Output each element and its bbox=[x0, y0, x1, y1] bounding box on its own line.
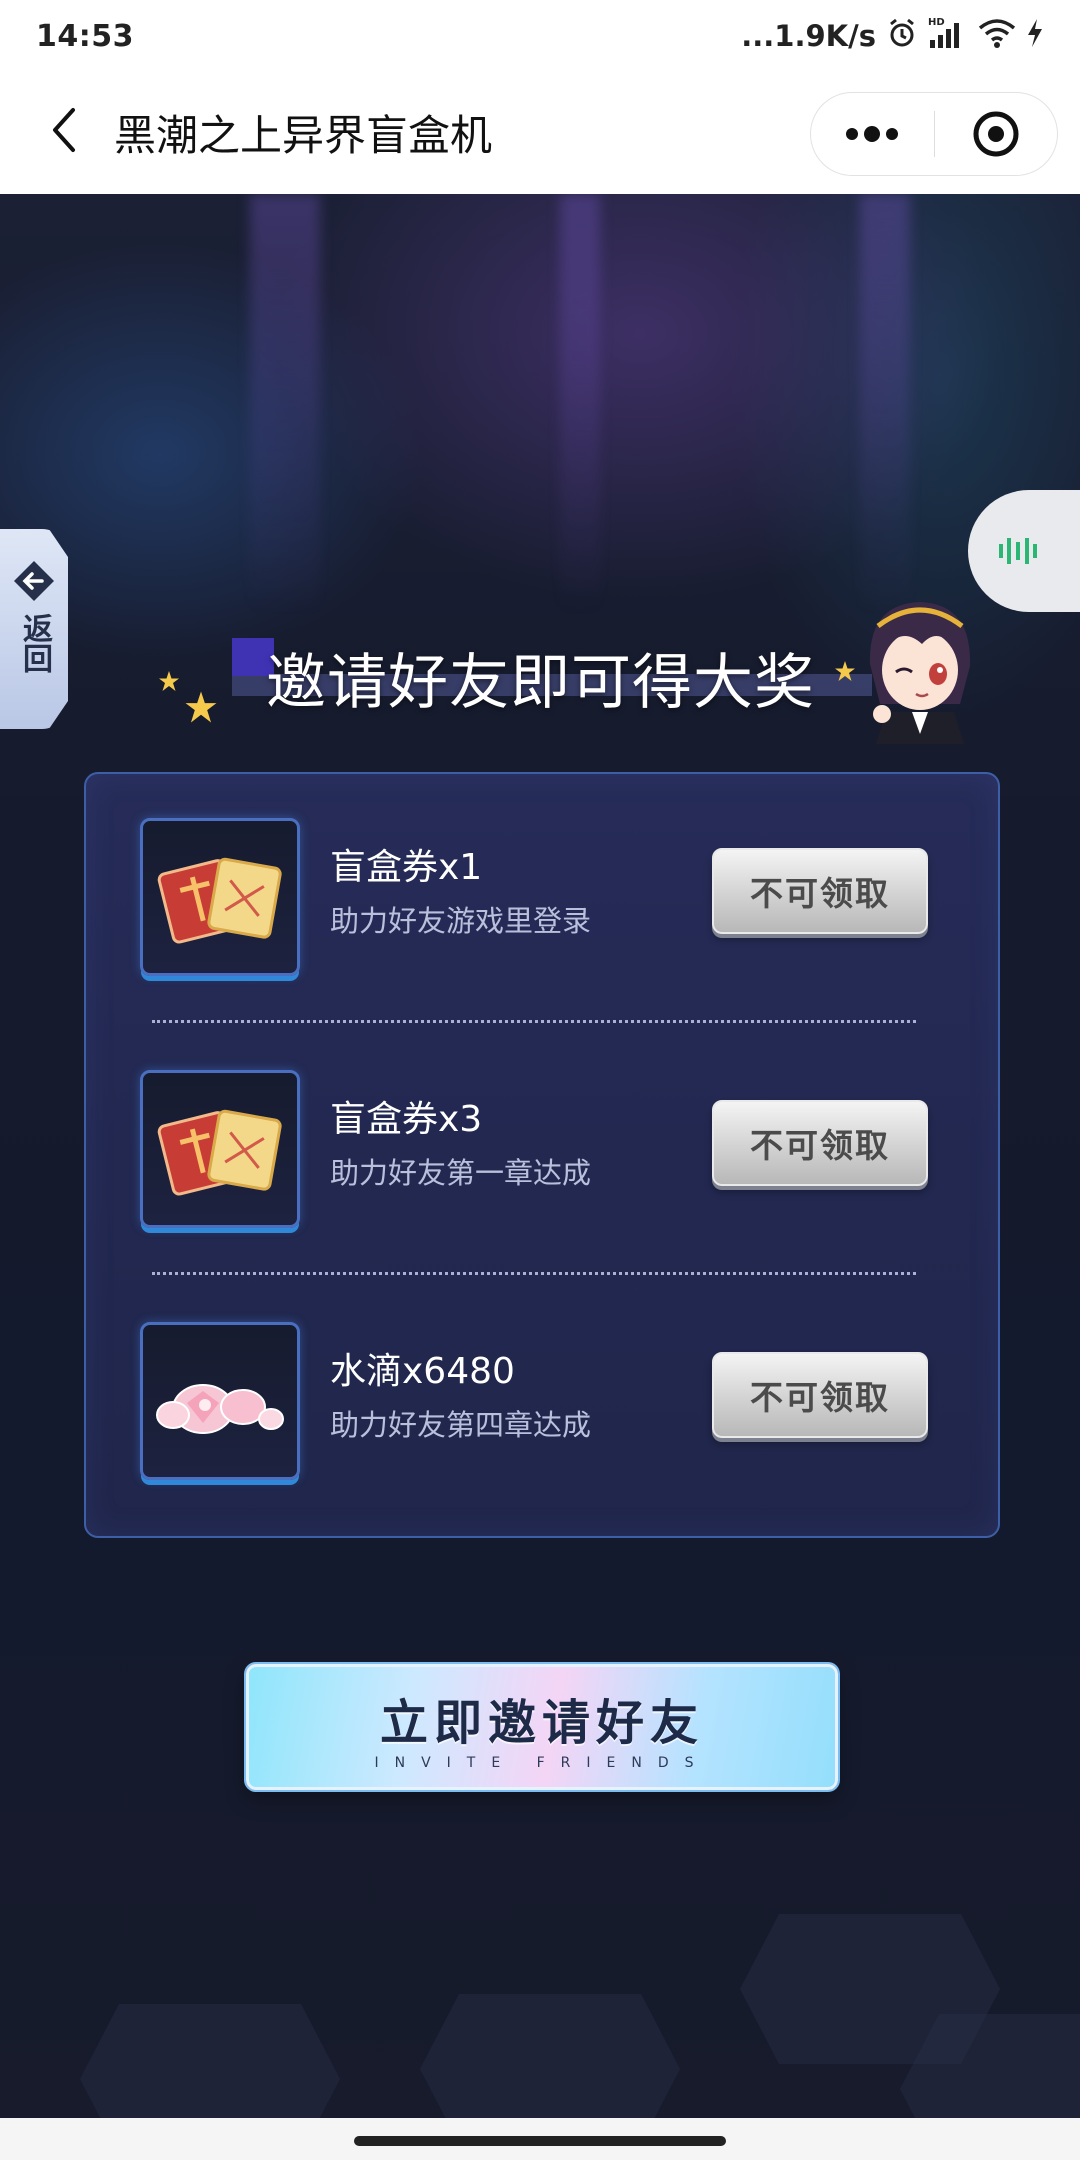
charging-icon bbox=[1026, 17, 1044, 56]
navigation-bar: 黑潮之上异界盲盒机 bbox=[0, 72, 1080, 194]
star-icon bbox=[835, 661, 855, 681]
signal-icon: HD bbox=[928, 16, 968, 57]
invite-friends-button[interactable]: 立即邀请好友 INVITE FRIENDS bbox=[246, 1664, 838, 1790]
reward-description: 助力好友游戏里登录 bbox=[330, 904, 592, 938]
more-dots-icon bbox=[846, 126, 899, 142]
claim-button-disabled[interactable]: 不可领取 bbox=[712, 1352, 928, 1438]
side-back-label: 返回 bbox=[17, 613, 52, 673]
reward-description: 助力好友第一章达成 bbox=[330, 1156, 592, 1190]
game-stage: 返回 邀请好友即可得大奖 盲盒券x1 助力好友游戏里登录 不可领取 盲盒券x3 … bbox=[0, 194, 1080, 2118]
reward-title: 盲盒券x1 bbox=[330, 847, 483, 888]
reward-divider bbox=[152, 1020, 916, 1023]
headline-text: 邀请好友即可得大奖 bbox=[266, 648, 815, 718]
miniprogram-capsule bbox=[810, 92, 1058, 176]
ticket-icon bbox=[157, 857, 282, 944]
alarm-icon bbox=[886, 17, 918, 56]
bg-hexagon bbox=[420, 1994, 680, 2118]
status-icons: ...1.9K/s HD bbox=[741, 16, 1044, 57]
audio-toggle-button[interactable] bbox=[968, 490, 1080, 612]
chevron-left-icon bbox=[53, 108, 75, 152]
reward-item-box bbox=[140, 818, 300, 976]
invite-button-sublabel: INVITE FRIENDS bbox=[374, 1755, 710, 1771]
headline-banner: 邀请好友即可得大奖 bbox=[150, 614, 980, 734]
star-icon bbox=[185, 691, 217, 723]
reward-description: 助力好友第四章达成 bbox=[330, 1408, 592, 1442]
bg-curtain-streak bbox=[860, 194, 910, 614]
bg-curtain-streak bbox=[560, 194, 600, 614]
invite-button-label: 立即邀请好友 bbox=[379, 1695, 704, 1751]
status-time: 14:53 bbox=[36, 18, 134, 54]
target-close-icon bbox=[973, 111, 1019, 157]
reward-divider bbox=[152, 1272, 916, 1275]
reward-title: 水滴x6480 bbox=[330, 1351, 515, 1392]
more-button[interactable] bbox=[811, 126, 934, 142]
side-back-tab[interactable]: 返回 bbox=[0, 529, 68, 729]
wifi-icon bbox=[978, 17, 1016, 56]
claim-button-disabled[interactable]: 不可领取 bbox=[712, 1100, 928, 1186]
reward-row: 水滴x6480 助力好友第四章达成 不可领取 bbox=[86, 1322, 998, 1492]
network-speed: ...1.9K/s bbox=[741, 19, 876, 53]
page-title: 黑潮之上异界盲盒机 bbox=[114, 111, 493, 160]
reward-item-box bbox=[140, 1070, 300, 1228]
reward-item-box bbox=[140, 1322, 300, 1480]
reward-row: 盲盒券x1 助力好友游戏里登录 不可领取 bbox=[86, 818, 998, 988]
hd-label: HD bbox=[928, 17, 945, 28]
status-bar: 14:53 ...1.9K/s HD bbox=[0, 0, 1080, 72]
chibi-mascot-image bbox=[869, 602, 971, 744]
sound-wave-icon bbox=[999, 538, 1037, 564]
reward-list-card: 盲盒券x1 助力好友游戏里登录 不可领取 盲盒券x3 助力好友第一章达成 不可领… bbox=[84, 772, 1000, 1538]
arrow-left-icon bbox=[14, 561, 54, 601]
back-button[interactable] bbox=[34, 100, 94, 160]
bg-hexagon bbox=[80, 2004, 340, 2118]
reward-row: 盲盒券x3 助力好友第一章达成 不可领取 bbox=[86, 1070, 998, 1240]
ticket-icon bbox=[157, 1109, 282, 1196]
close-miniprogram-button[interactable] bbox=[935, 110, 1058, 158]
star-icon bbox=[159, 671, 179, 691]
claim-button-disabled[interactable]: 不可领取 bbox=[712, 848, 928, 934]
reward-title: 盲盒券x3 bbox=[330, 1099, 483, 1140]
crystal-drops-icon bbox=[156, 1384, 284, 1434]
bg-curtain-streak bbox=[250, 194, 320, 614]
home-indicator[interactable] bbox=[354, 2136, 726, 2146]
